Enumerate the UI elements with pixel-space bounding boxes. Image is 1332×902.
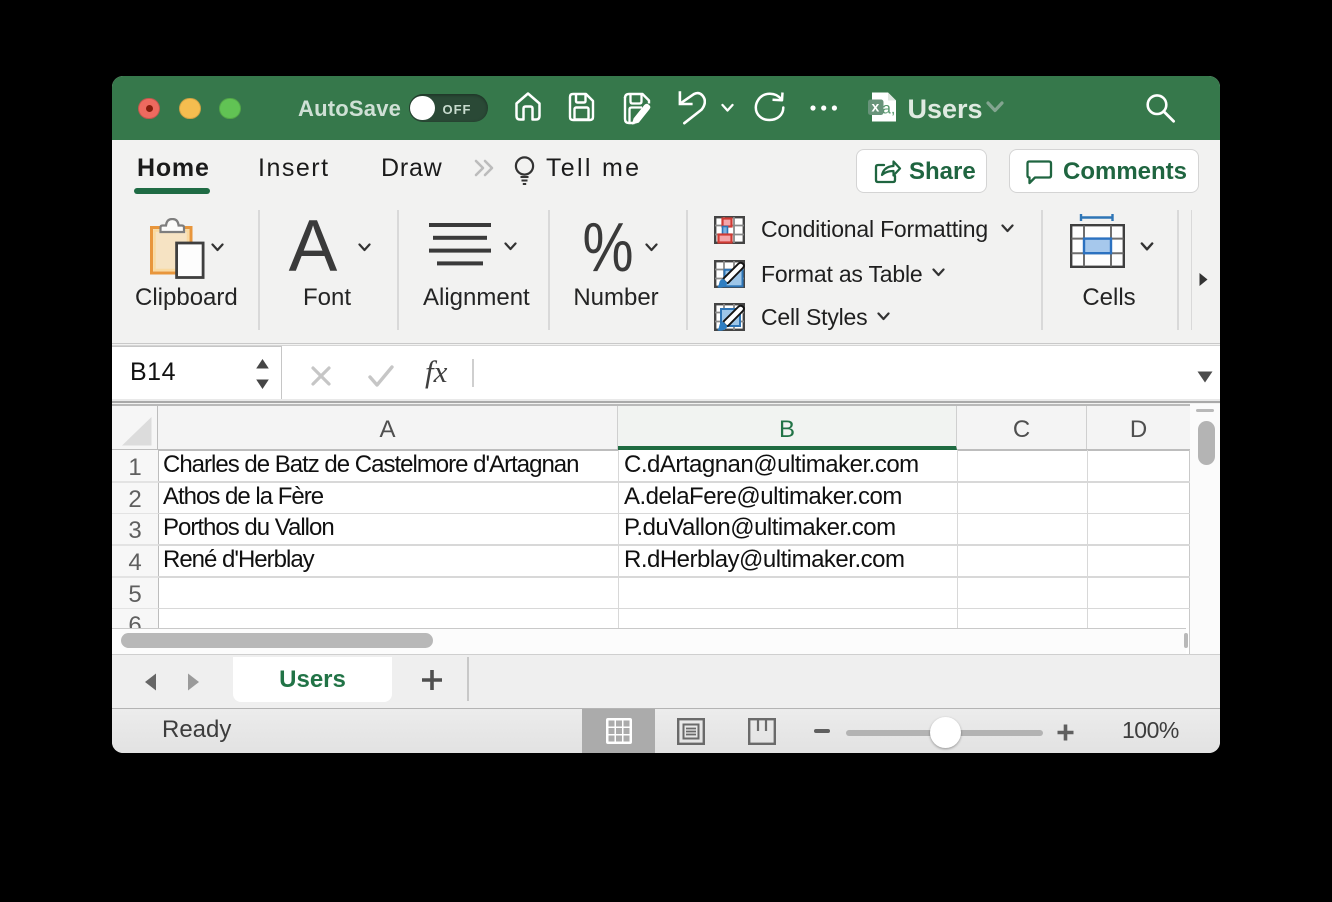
svg-text:x: x [872, 99, 880, 115]
svg-text:a,: a, [882, 101, 895, 118]
